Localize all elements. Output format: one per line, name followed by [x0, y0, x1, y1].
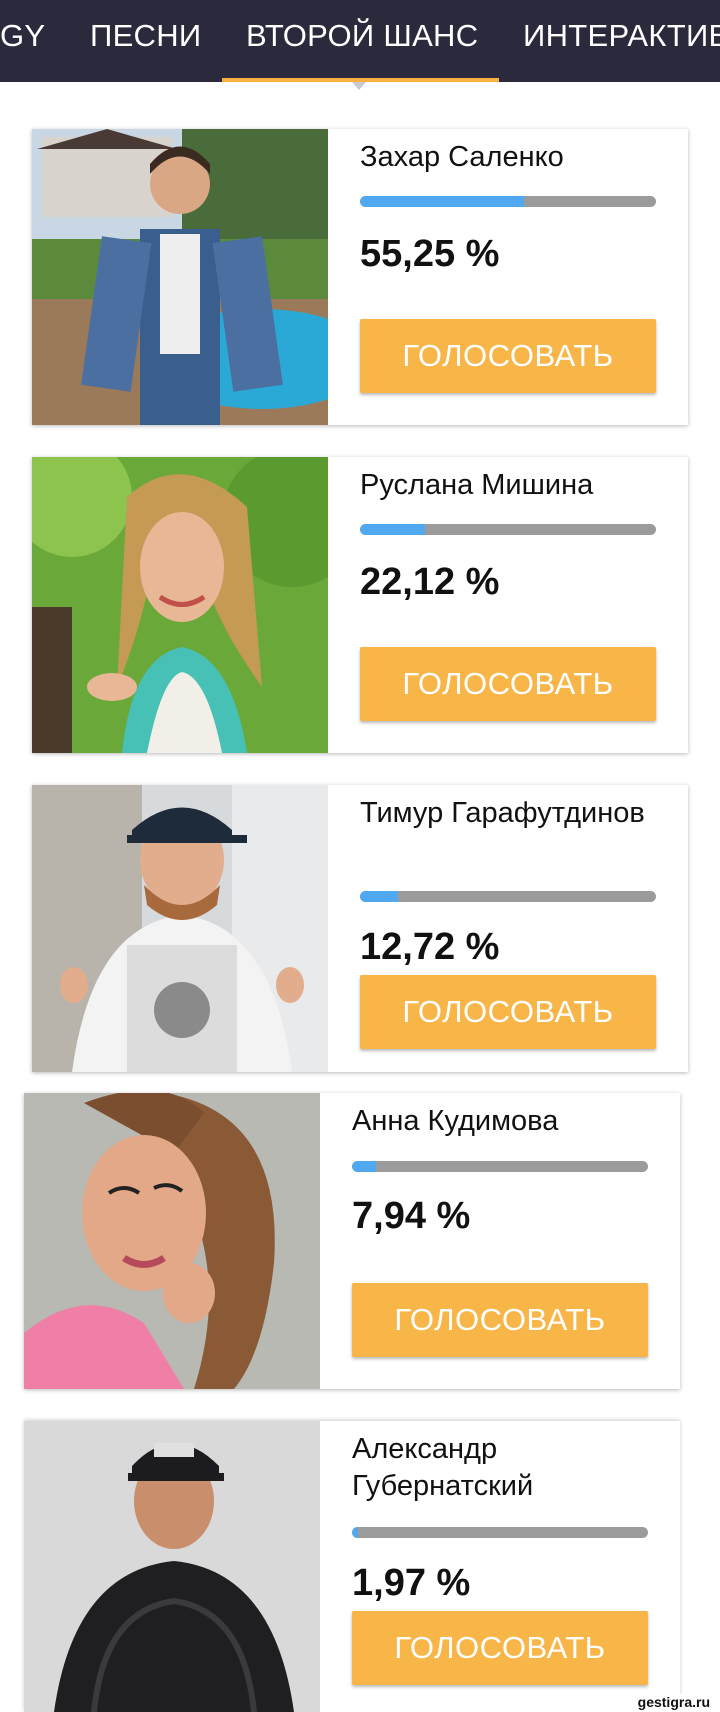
vote-progress-bar [360, 891, 656, 902]
vote-percent: 1,97 % [352, 1562, 471, 1604]
candidate-card: Александр Губернатский 1,97 % ГОЛОСОВАТЬ [24, 1421, 680, 1712]
candidate-card: Захар Саленко 55,25 % ГОЛОСОВАТЬ [32, 129, 688, 425]
candidate-card: Руслана Мишина 22,12 % ГОЛОСОВАТЬ [32, 457, 688, 753]
vote-progress-fill [352, 1161, 376, 1172]
candidate-name: Тимур Гарафутдинов [360, 797, 645, 829]
vote-progress-bar [360, 196, 656, 207]
vote-progress-fill [352, 1527, 358, 1538]
vote-button[interactable]: ГОЛОСОВАТЬ [360, 319, 656, 393]
top-tab-bar: GY ПЕСНИ ВТОРОЙ ШАНС ИНТЕРАКТИВ [0, 0, 720, 82]
vote-progress-fill [360, 524, 426, 535]
active-tab-caret-icon [352, 82, 366, 90]
vote-percent: 7,94 % [352, 1195, 471, 1237]
vote-percent: 22,12 % [360, 561, 500, 603]
tab-second-chance[interactable]: ВТОРОЙ ШАНС [246, 0, 478, 72]
candidate-name: Захар Саленко [360, 141, 564, 173]
vote-progress-bar [352, 1527, 648, 1538]
vote-progress-fill [360, 891, 398, 902]
vote-button[interactable]: ГОЛОСОВАТЬ [360, 975, 656, 1049]
tab-interactive[interactable]: ИНТЕРАКТИВ [523, 0, 720, 72]
vote-button[interactable]: ГОЛОСОВАТЬ [360, 647, 656, 721]
candidate-photo [24, 1093, 320, 1389]
candidate-name: Руслана Мишина [360, 469, 594, 501]
vote-progress-bar [360, 524, 656, 535]
candidate-card: Тимур Гарафутдинов 12,72 % ГОЛОСОВАТЬ [32, 785, 688, 1072]
vote-percent: 12,72 % [360, 926, 500, 968]
vote-progress-bar [352, 1161, 648, 1172]
tab-gy[interactable]: GY [0, 0, 45, 72]
vote-button[interactable]: ГОЛОСОВАТЬ [352, 1283, 648, 1357]
watermark: gestigra.ru [633, 1694, 714, 1710]
tab-songs[interactable]: ПЕСНИ [90, 0, 202, 72]
candidate-photo [32, 129, 328, 425]
candidate-name: Анна Кудимова [352, 1105, 559, 1137]
vote-progress-fill [360, 196, 524, 207]
vote-percent: 55,25 % [360, 233, 500, 275]
candidate-card: Анна Кудимова 7,94 % ГОЛОСОВАТЬ [24, 1093, 680, 1389]
candidate-photo [32, 457, 328, 753]
candidate-name: Александр Губернатский [352, 1433, 534, 1502]
vote-button[interactable]: ГОЛОСОВАТЬ [352, 1611, 648, 1685]
candidate-photo [24, 1421, 320, 1712]
candidate-photo [32, 785, 328, 1072]
